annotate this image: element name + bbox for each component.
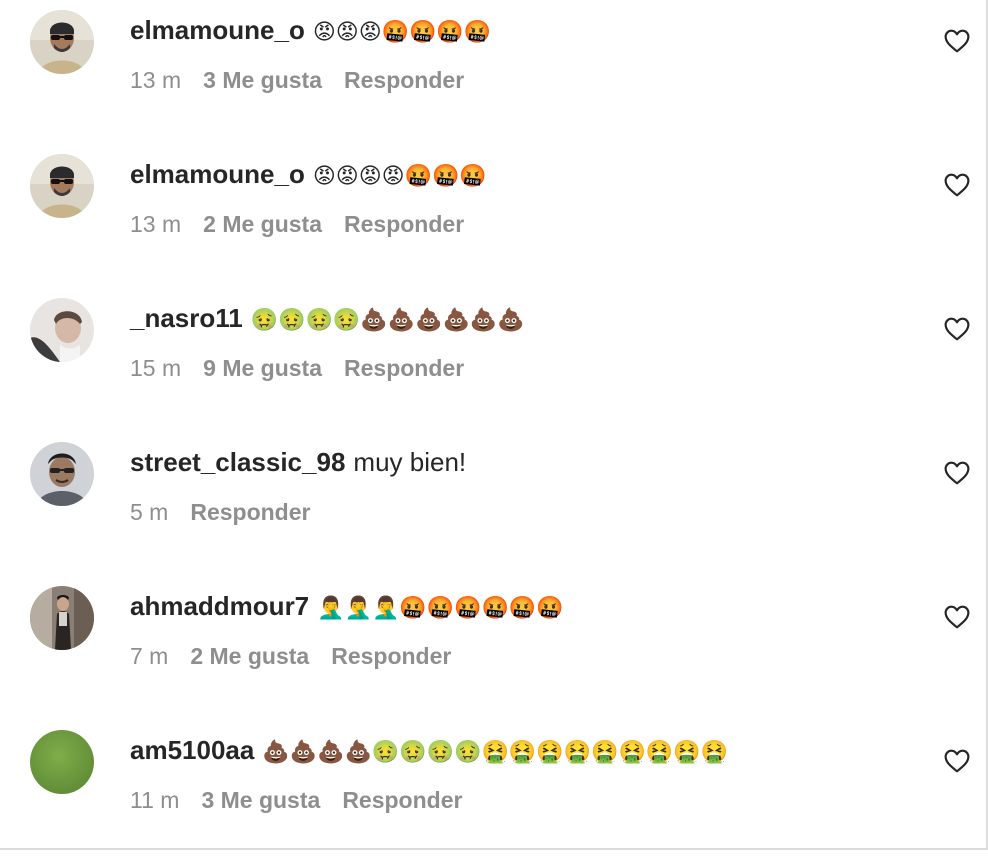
comment-meta: 5 m Responder (130, 496, 310, 528)
likes-count[interactable]: 3 Me gusta (203, 67, 322, 93)
comment-text: muy bien! (353, 447, 467, 477)
heart-outline-icon[interactable] (944, 173, 970, 197)
avatar[interactable] (30, 10, 94, 74)
reply-button[interactable]: Responder (344, 355, 464, 381)
avatar[interactable] (30, 298, 94, 362)
comment-item: elmamoune_o 😡😡😡😡🤬🤬🤬 13 m 2 Me gusta Respond… (0, 144, 988, 288)
comment-meta: 13 m 2 Me gusta Responder (130, 208, 464, 240)
comment-time[interactable]: 5 m (130, 499, 168, 525)
heart-outline-icon[interactable] (944, 749, 970, 773)
comment-text-line: elmamoune_o 😡😡😡🤬🤬🤬🤬 (130, 10, 491, 50)
comment-time[interactable]: 15 m (130, 355, 181, 381)
comment-item: _nasro11 🤢🤢🤢🤢💩💩💩💩💩💩 15 m 9 Me gusta Respond… (0, 288, 988, 432)
heart-outline-icon[interactable] (944, 317, 970, 341)
likes-count[interactable]: 9 Me gusta (203, 355, 322, 381)
comment-text-line: am5100aa 💩💩💩💩🤢🤢🤢🤢🤮🤮🤮🤮🤮🤮🤮🤮🤮 (130, 730, 728, 770)
comment-text-line: elmamoune_o 😡😡😡😡🤬🤬🤬 (130, 154, 487, 194)
comment-meta: 7 m 2 Me gusta Responder (130, 640, 451, 672)
reply-button[interactable]: Responder (342, 787, 462, 813)
avatar[interactable] (30, 586, 94, 650)
reply-button[interactable]: Responder (344, 67, 464, 93)
likes-count[interactable]: 2 Me gusta (203, 211, 322, 237)
comment-item: am5100aa 💩💩💩💩🤢🤢🤢🤢🤮🤮🤮🤮🤮🤮🤮🤮🤮 11 m 3 Me gusta… (0, 720, 988, 864)
comment-text: 😡😡😡😡🤬🤬🤬 (312, 164, 487, 189)
username-link[interactable]: street_classic_98 (130, 447, 345, 477)
comment-time[interactable]: 13 m (130, 67, 181, 93)
comment-meta: 11 m 3 Me gusta Responder (130, 784, 462, 816)
heart-outline-icon[interactable] (944, 29, 970, 53)
reply-button[interactable]: Responder (331, 643, 451, 669)
comment-time[interactable]: 11 m (130, 787, 179, 813)
comment-text-line: street_classic_98 muy bien! (130, 442, 466, 482)
comment-text: 😡😡😡🤬🤬🤬🤬 (312, 20, 492, 45)
username-link[interactable]: _nasro11 (130, 303, 243, 333)
comment-time[interactable]: 13 m (130, 211, 181, 237)
comment-text: 💩💩💩💩🤢🤢🤢🤢🤮🤮🤮🤮🤮🤮🤮🤮🤮 (262, 740, 729, 765)
likes-count[interactable]: 2 Me gusta (190, 643, 309, 669)
username-link[interactable]: elmamoune_o (130, 159, 305, 189)
comment-meta: 13 m 3 Me gusta Responder (130, 64, 464, 96)
comment-time[interactable]: 7 m (130, 643, 168, 669)
username-link[interactable]: ahmaddmour7 (130, 591, 309, 621)
comment-item: ahmaddmour7 🤦‍♂️🤦‍♂️🤦‍♂️🤬🤬🤬🤬🤬🤬 7 m 2 Me gu… (0, 576, 988, 720)
avatar[interactable] (30, 154, 94, 218)
comment-item: elmamoune_o 😡😡😡🤬🤬🤬🤬 13 m 3 Me gusta Respond… (0, 0, 988, 144)
avatar[interactable] (30, 442, 94, 506)
heart-outline-icon[interactable] (944, 605, 970, 629)
heart-outline-icon[interactable] (944, 461, 970, 485)
comment-text: 🤦‍♂️🤦‍♂️🤦‍♂️🤬🤬🤬🤬🤬🤬 (317, 596, 564, 621)
username-link[interactable]: am5100aa (130, 735, 254, 765)
avatar[interactable] (30, 730, 94, 794)
username-link[interactable]: elmamoune_o (130, 15, 305, 45)
comment-text-line: _nasro11 🤢🤢🤢🤢💩💩💩💩💩💩 (130, 298, 525, 338)
comment-item: street_classic_98 muy bien! 5 m Responder (0, 432, 988, 576)
reply-button[interactable]: Responder (190, 499, 310, 525)
comment-text: 🤢🤢🤢🤢💩💩💩💩💩💩 (250, 308, 525, 333)
reply-button[interactable]: Responder (344, 211, 464, 237)
comment-text-line: ahmaddmour7 🤦‍♂️🤦‍♂️🤦‍♂️🤬🤬🤬🤬🤬🤬 (130, 586, 564, 626)
likes-count[interactable]: 3 Me gusta (201, 787, 320, 813)
comment-meta: 15 m 9 Me gusta Responder (130, 352, 464, 384)
